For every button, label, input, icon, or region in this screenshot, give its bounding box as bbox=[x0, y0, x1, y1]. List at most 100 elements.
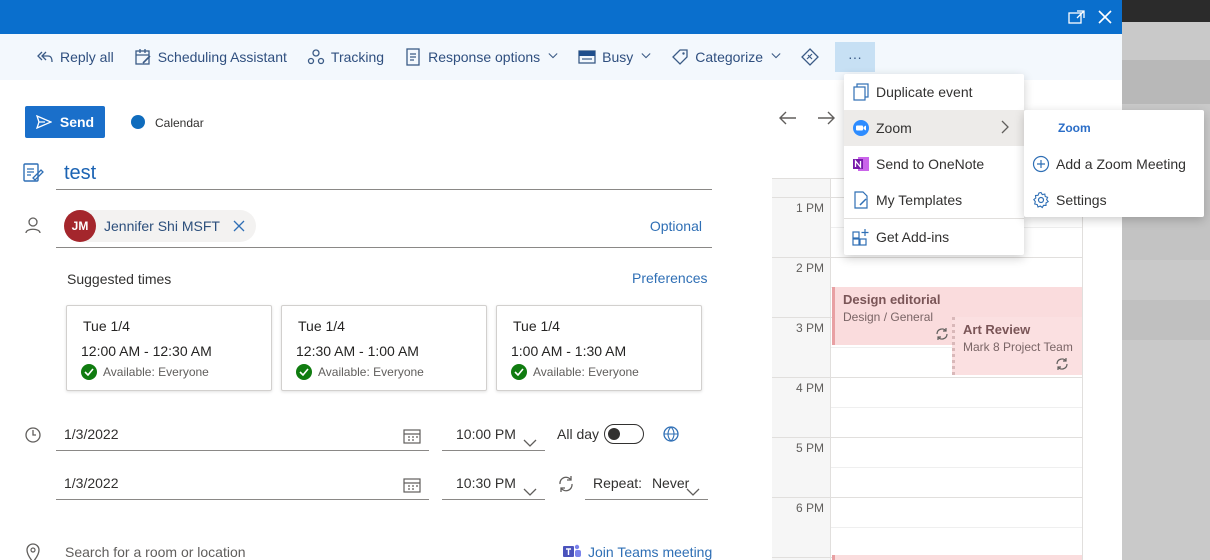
menu-item-duplicate-event[interactable]: Duplicate event bbox=[844, 74, 1024, 110]
scheduling-assistant-label: Scheduling Assistant bbox=[157, 49, 287, 65]
tracking-icon bbox=[307, 48, 325, 66]
send-label: Send bbox=[59, 114, 95, 130]
send-button[interactable]: Send bbox=[25, 106, 105, 138]
start-date-value: 1/3/2022 bbox=[64, 426, 119, 442]
hour-label: 3 PM bbox=[795, 321, 824, 335]
end-date-field[interactable]: 1/3/2022 bbox=[56, 468, 429, 500]
add-ins-icon bbox=[852, 228, 870, 246]
clock-icon bbox=[22, 424, 44, 446]
menu-item-zoom-settings[interactable]: Settings bbox=[1024, 182, 1204, 218]
calendar-icon[interactable] bbox=[403, 474, 421, 493]
title-bar bbox=[0, 0, 1122, 34]
suggested-time-card[interactable]: Tue 1/4 1:00 AM - 1:30 AM Available: Eve… bbox=[496, 305, 702, 391]
person-icon bbox=[22, 214, 44, 236]
checkmark-icon bbox=[81, 364, 97, 380]
suggested-time-card[interactable]: Tue 1/4 12:00 AM - 12:30 AM Available: E… bbox=[66, 305, 272, 391]
time-zone-icon[interactable] bbox=[662, 425, 682, 445]
tracking-label: Tracking bbox=[330, 49, 385, 65]
all-day-label: All day bbox=[557, 426, 600, 442]
close-icon[interactable] bbox=[1094, 6, 1116, 28]
hour-label: 1 PM bbox=[795, 201, 824, 215]
availability: Available: Everyone bbox=[81, 364, 209, 380]
more-options-button[interactable]: ··· bbox=[834, 42, 875, 72]
categorize-button[interactable]: Categorize bbox=[665, 42, 787, 72]
availability: Available: Everyone bbox=[511, 364, 639, 380]
compose-form: Send Calendar test JM Jennifer Shi MSFT … bbox=[0, 80, 770, 560]
hour-label: 5 PM bbox=[795, 441, 824, 455]
availability: Available: Everyone bbox=[296, 364, 424, 380]
more-options-label: ··· bbox=[847, 49, 862, 65]
menu-item-label: My Templates bbox=[876, 192, 963, 208]
event-subtitle: Design / General bbox=[843, 310, 934, 324]
tracking-button[interactable]: Tracking bbox=[301, 42, 390, 72]
join-teams-toggle[interactable]: Join Teams meeting bbox=[562, 543, 712, 560]
menu-item-label: Settings bbox=[1056, 192, 1107, 208]
calendar-selector[interactable]: Calendar bbox=[155, 116, 204, 130]
hour-label: 4 PM bbox=[795, 381, 824, 395]
scheduling-assistant-button[interactable]: Scheduling Assistant bbox=[128, 42, 293, 72]
calendar-event-partial[interactable] bbox=[832, 555, 1082, 560]
background-block bbox=[1122, 300, 1210, 340]
gridline bbox=[772, 377, 1082, 378]
end-time-field[interactable]: 10:30 PM bbox=[442, 468, 545, 500]
gridline bbox=[831, 467, 1082, 468]
remove-attendee-icon[interactable] bbox=[232, 219, 246, 233]
event-title-input[interactable]: test bbox=[56, 156, 712, 190]
gridline bbox=[772, 257, 1082, 258]
menu-item-get-add-ins[interactable]: Get Add-ins bbox=[844, 219, 1024, 255]
scheduling-assistant-icon bbox=[134, 48, 152, 66]
gear-icon bbox=[1032, 191, 1050, 209]
calendar-icon[interactable] bbox=[403, 425, 421, 444]
calendar-event[interactable]: Art Review Mark 8 Project Team bbox=[952, 317, 1082, 375]
suggested-time-card[interactable]: Tue 1/4 12:30 AM - 1:00 AM Available: Ev… bbox=[281, 305, 487, 391]
attendees-field[interactable]: JM Jennifer Shi MSFT Optional bbox=[56, 206, 712, 248]
location-input[interactable]: Search for a room or location bbox=[65, 544, 246, 560]
menu-item-label: Add a Zoom Meeting bbox=[1056, 156, 1186, 172]
insights-icon bbox=[801, 48, 819, 66]
attendee-chip[interactable]: JM Jennifer Shi MSFT bbox=[64, 210, 256, 242]
preferences-link[interactable]: Preferences bbox=[632, 270, 707, 286]
duplicate-icon bbox=[852, 83, 870, 101]
tag-icon bbox=[671, 48, 689, 66]
zoom-submenu: Zoom Add a Zoom Meeting Settings bbox=[1024, 110, 1204, 217]
repeat-icon bbox=[557, 475, 575, 493]
recurring-icon bbox=[1055, 357, 1069, 371]
all-day-toggle[interactable] bbox=[604, 424, 644, 444]
zoom-icon bbox=[852, 119, 870, 137]
calendar-color-dot[interactable] bbox=[131, 115, 145, 129]
start-time-value: 10:00 PM bbox=[456, 426, 516, 442]
gridline bbox=[772, 497, 1082, 498]
availability-text: Available: Everyone bbox=[103, 365, 209, 379]
menu-item-send-to-onenote[interactable]: Send to OneNote bbox=[844, 146, 1024, 182]
popout-icon[interactable] bbox=[1066, 6, 1088, 28]
hour-label: 6 PM bbox=[795, 501, 824, 515]
menu-item-zoom[interactable]: Zoom bbox=[844, 110, 1024, 146]
gridline bbox=[831, 407, 1082, 408]
background-strip bbox=[1122, 0, 1210, 22]
previous-day-arrow-icon[interactable] bbox=[778, 110, 800, 132]
busy-icon bbox=[578, 48, 596, 66]
title-edit-icon bbox=[22, 161, 44, 183]
menu-item-label: Duplicate event bbox=[876, 84, 973, 100]
suggested-date: Tue 1/4 bbox=[83, 318, 130, 334]
reply-all-button[interactable]: Reply all bbox=[30, 42, 120, 72]
repeat-dropdown[interactable]: Repeat: Never bbox=[585, 468, 708, 500]
chevron-down-icon bbox=[686, 477, 700, 496]
menu-item-my-templates[interactable]: My Templates bbox=[844, 182, 1024, 218]
start-date-field[interactable]: 1/3/2022 bbox=[56, 419, 429, 451]
gridline bbox=[772, 437, 1082, 438]
optional-attendees-link[interactable]: Optional bbox=[650, 218, 702, 234]
suggested-times-label: Suggested times bbox=[67, 271, 172, 287]
response-options-button[interactable]: Response options bbox=[398, 42, 564, 72]
onenote-icon bbox=[852, 155, 870, 173]
insights-button[interactable] bbox=[795, 42, 825, 72]
menu-item-label: Send to OneNote bbox=[876, 156, 985, 172]
menu-item-add-zoom-meeting[interactable]: Add a Zoom Meeting bbox=[1024, 146, 1204, 182]
menu-item-label: Get Add-ins bbox=[876, 229, 950, 245]
next-day-arrow-icon[interactable] bbox=[816, 110, 838, 132]
suggested-date: Tue 1/4 bbox=[513, 318, 560, 334]
chevron-down-icon bbox=[771, 52, 781, 62]
gridline bbox=[831, 527, 1082, 528]
start-time-field[interactable]: 10:00 PM bbox=[442, 419, 545, 451]
busy-button[interactable]: Busy bbox=[572, 42, 657, 72]
